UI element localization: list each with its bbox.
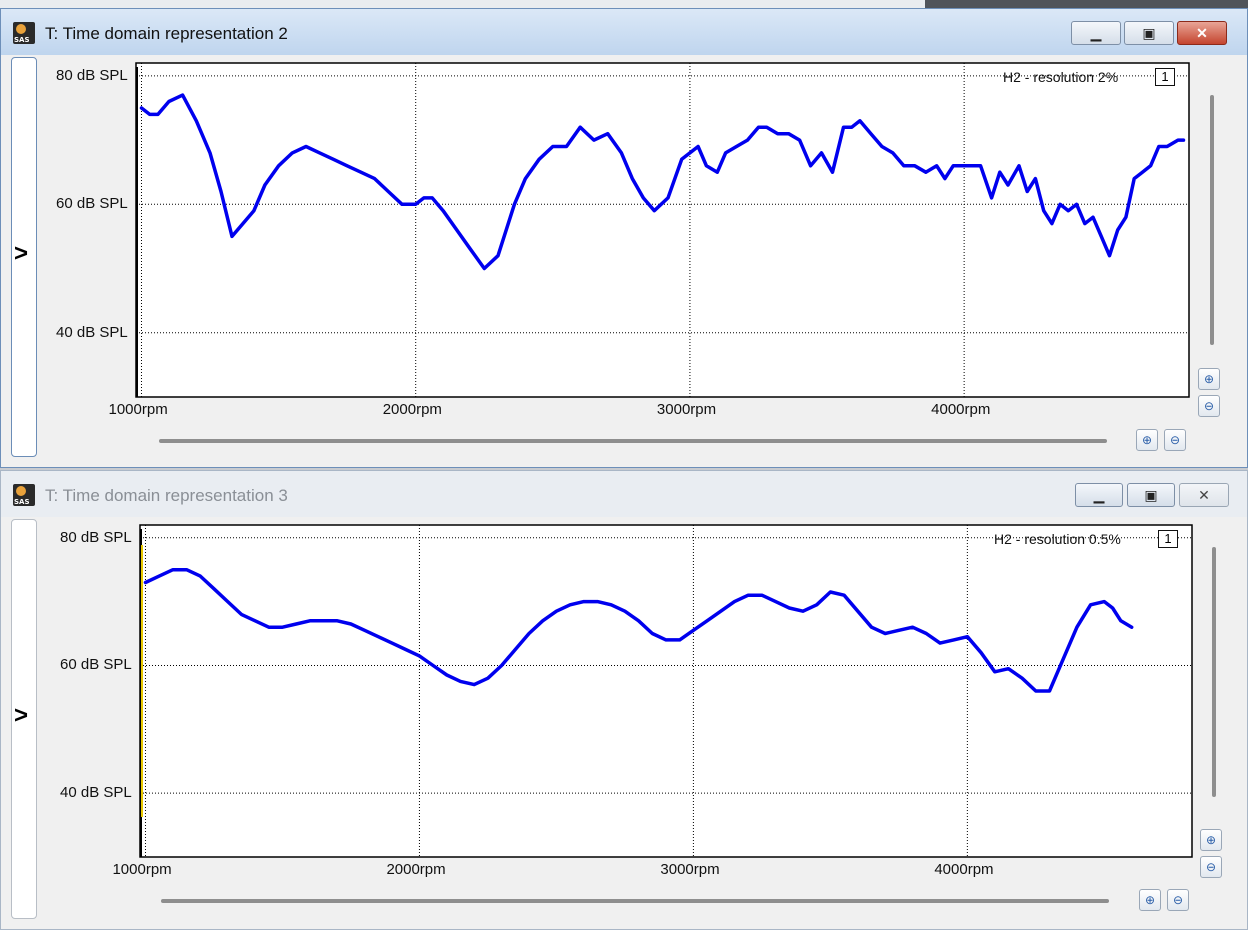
y-zoom-in-button[interactable]: ⊕ xyxy=(1198,368,1220,390)
window-title: T: Time domain representation 2 xyxy=(45,24,288,43)
close-icon: ✕ xyxy=(1198,487,1210,503)
minimize-button[interactable]: ▁ xyxy=(1075,483,1123,507)
zoom-in-icon: ⊕ xyxy=(1205,833,1217,847)
title-bar[interactable]: SAS T: Time domain representation 2 ▁ ▣ … xyxy=(1,9,1247,55)
window-client: > H2 - resolution 2% 1 80 dB SPL 60 dB S… xyxy=(1,55,1247,467)
close-icon: ✕ xyxy=(1196,25,1208,41)
background-strip xyxy=(0,0,1248,8)
sas-app-icon: SAS xyxy=(13,22,35,44)
maximize-icon: ▣ xyxy=(1142,25,1156,41)
maximize-icon: ▣ xyxy=(1144,487,1158,503)
plot-svg xyxy=(139,524,1193,858)
y-tick-label: 60 dB SPL xyxy=(56,195,128,213)
time-domain-window-3[interactable]: SAS T: Time domain representation 3 ▁ ▣ … xyxy=(0,470,1248,930)
y-tick-label: 60 dB SPL xyxy=(60,656,132,674)
plot-area xyxy=(135,62,1190,398)
vertical-scrollbar[interactable] xyxy=(1210,95,1214,345)
zoom-out-icon: ⊖ xyxy=(1205,860,1217,874)
x-tick-label: 3000rpm xyxy=(660,861,720,878)
zoom-in-icon: ⊕ xyxy=(1141,433,1153,447)
x-tick-label: 1000rpm xyxy=(112,861,172,878)
window-client: > H2 - resolution 0.5% 1 80 dB SPL 60 dB… xyxy=(1,517,1247,929)
window-title: T: Time domain representation 3 xyxy=(45,486,288,505)
close-button[interactable]: ✕ xyxy=(1177,21,1227,45)
x-zoom-in-button[interactable]: ⊕ xyxy=(1139,889,1161,911)
y-zoom-out-button[interactable]: ⊖ xyxy=(1198,395,1220,417)
x-tick-label: 1000rpm xyxy=(108,401,168,418)
x-tick-label: 4000rpm xyxy=(931,401,991,418)
x-tick-label: 2000rpm xyxy=(386,861,446,878)
maximize-button[interactable]: ▣ xyxy=(1124,21,1174,45)
time-domain-window-2[interactable]: SAS T: Time domain representation 2 ▁ ▣ … xyxy=(0,8,1248,468)
x-zoom-in-button[interactable]: ⊕ xyxy=(1136,429,1158,451)
y-tick-label: 80 dB SPL xyxy=(56,66,128,84)
vertical-scrollbar[interactable] xyxy=(1212,547,1216,797)
title-bar[interactable]: SAS T: Time domain representation 3 ▁ ▣ … xyxy=(1,471,1247,517)
x-zoom-out-button[interactable]: ⊖ xyxy=(1167,889,1189,911)
sas-app-icon: SAS xyxy=(13,484,35,506)
y-tick-label: 40 dB SPL xyxy=(60,784,132,802)
legend-index-box[interactable]: 1 xyxy=(1158,530,1178,548)
x-zoom-out-button[interactable]: ⊖ xyxy=(1164,429,1186,451)
x-tick-label: 3000rpm xyxy=(656,401,717,418)
minimize-icon: ▁ xyxy=(1093,487,1105,503)
chart-legend: H2 - resolution 0.5% xyxy=(994,531,1121,547)
chart-legend: H2 - resolution 2% xyxy=(1003,69,1119,85)
y-tick-label: 40 dB SPL xyxy=(56,323,128,341)
y-tick-label: 80 dB SPL xyxy=(60,528,132,546)
zoom-out-icon: ⊖ xyxy=(1172,893,1184,907)
zoom-out-icon: ⊖ xyxy=(1203,399,1215,413)
zoom-out-icon: ⊖ xyxy=(1169,433,1181,447)
x-tick-label: 4000rpm xyxy=(934,861,994,878)
minimize-icon: ▁ xyxy=(1090,25,1102,41)
close-button[interactable]: ✕ xyxy=(1179,483,1229,507)
y-zoom-out-button[interactable]: ⊖ xyxy=(1200,856,1222,878)
minimize-button[interactable]: ▁ xyxy=(1071,21,1121,45)
zoom-in-icon: ⊕ xyxy=(1144,893,1156,907)
plot-svg xyxy=(135,62,1190,398)
legend-index-box[interactable]: 1 xyxy=(1155,68,1175,86)
horizontal-scrollbar[interactable] xyxy=(159,439,1107,443)
background-dark-area xyxy=(925,0,1248,8)
x-tick-label: 2000rpm xyxy=(382,401,442,418)
maximize-button[interactable]: ▣ xyxy=(1127,483,1175,507)
zoom-in-icon: ⊕ xyxy=(1203,372,1215,386)
y-zoom-in-button[interactable]: ⊕ xyxy=(1200,829,1222,851)
horizontal-scrollbar[interactable] xyxy=(161,899,1109,903)
